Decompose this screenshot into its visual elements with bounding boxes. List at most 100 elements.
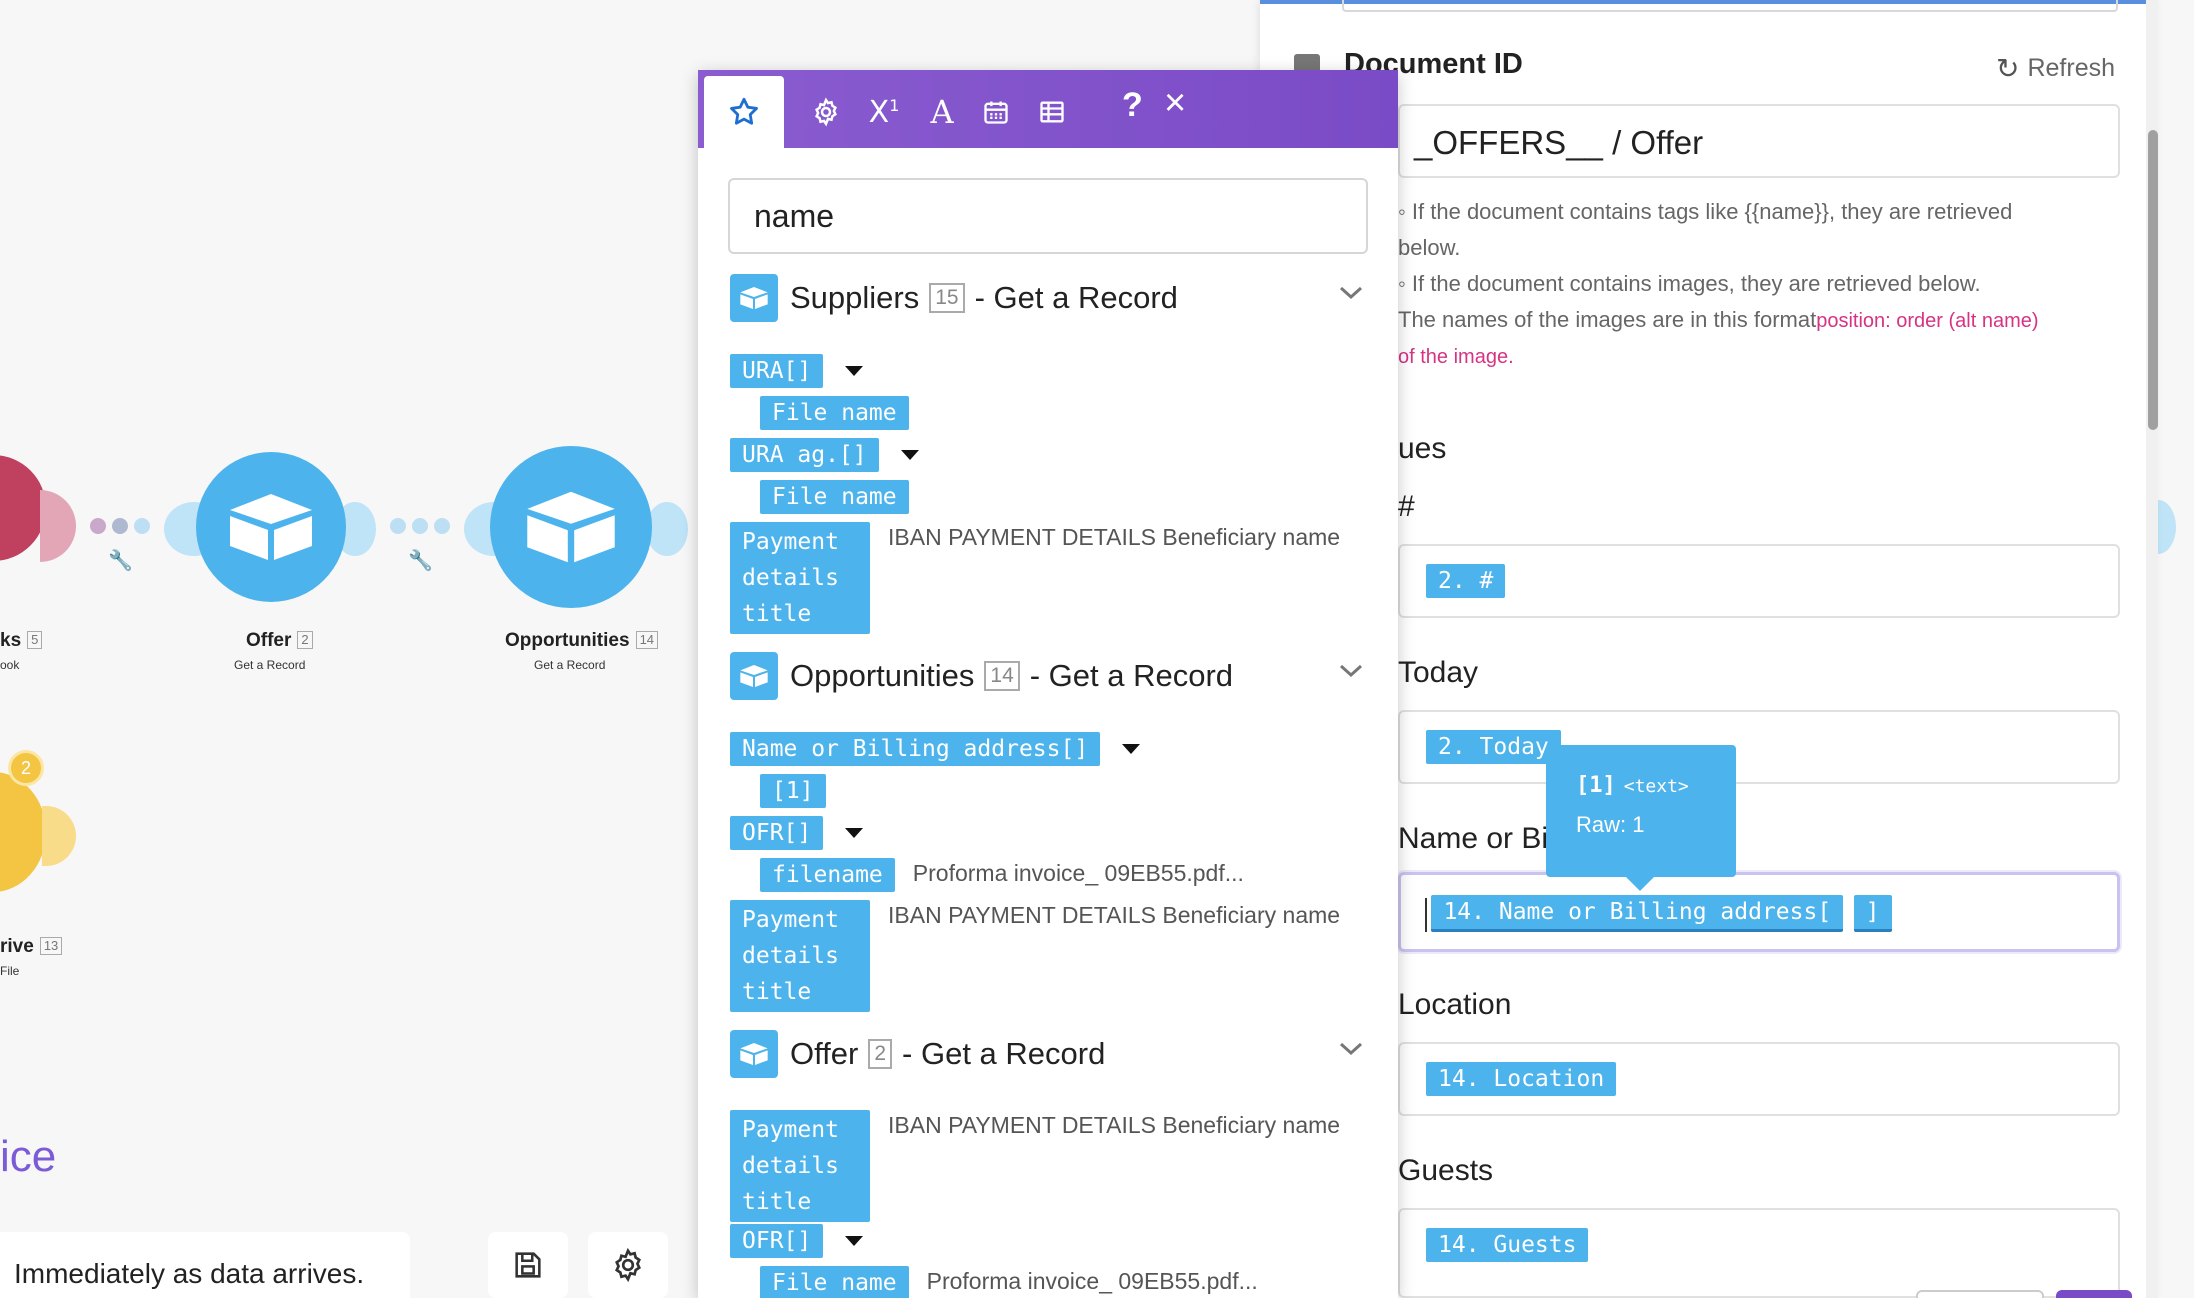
mapped-value-pill[interactable]: 2. #	[1426, 564, 1506, 598]
list-item[interactable]: File name Proforma invoice_ 09EB55.pdf...	[760, 1266, 1258, 1298]
values-heading: ues	[1398, 432, 1447, 465]
module-action: - Get a Record	[1029, 658, 1234, 693]
cancel-button[interactable]	[1916, 1290, 2044, 1298]
connector-dot	[434, 518, 450, 534]
connector-dot	[134, 518, 150, 534]
tooltip-raw: Raw: 1	[1576, 812, 1645, 837]
variable-pill[interactable]: Payment details title	[730, 1110, 870, 1222]
scrollbar-thumb[interactable]	[2148, 130, 2158, 430]
caret-down-icon[interactable]	[845, 366, 864, 376]
opportunities-module-node[interactable]	[490, 446, 652, 608]
variable-pill[interactable]: File name	[760, 480, 909, 514]
variable-pill[interactable]: Payment details title	[730, 900, 870, 1012]
module-action: - Get a Record	[974, 280, 1178, 315]
field-location-input[interactable]: 14. Location	[1398, 1042, 2120, 1116]
list-item[interactable]: [1]	[760, 774, 826, 808]
helper-text: ◦ If the document contains tags like {{n…	[1398, 194, 2118, 375]
connector-dot	[390, 518, 406, 534]
field-number-input[interactable]: 2. #	[1398, 544, 2120, 618]
tab-favorites[interactable]	[704, 76, 784, 148]
search-value: name	[754, 198, 835, 234]
document-id-value: _OFFERS__ / Offer	[1414, 124, 1704, 161]
previous-field[interactable]	[1342, 0, 2118, 12]
text-icon: A	[930, 93, 954, 131]
list-item[interactable]: Payment details title IBAN PAYMENT DETAIL…	[730, 522, 1370, 634]
schedule-card[interactable]: Immediately as data arrives.	[0, 1232, 410, 1298]
list-item[interactable]: URA[]	[730, 354, 864, 388]
refresh-button[interactable]: ↻ Refresh	[1996, 52, 2115, 85]
airtable-icon	[230, 494, 312, 560]
help-button[interactable]: ?	[1122, 86, 1143, 125]
connector-dot	[90, 518, 106, 534]
helper-line: of the image.	[1398, 346, 1514, 368]
field-label-today: Today	[1398, 656, 1479, 689]
airtable-icon	[730, 1030, 778, 1078]
caret-down-icon[interactable]	[1122, 744, 1141, 754]
variable-pill[interactable]: filename	[760, 858, 895, 892]
list-item[interactable]: Name or Billing address[]	[730, 732, 1141, 766]
save-button[interactable]	[488, 1232, 568, 1298]
drive-module-node[interactable]	[0, 772, 46, 892]
field-today-input[interactable]: 2. Today	[1398, 710, 2120, 784]
wrench-icon[interactable]: 🔧	[108, 548, 133, 573]
variable-pill[interactable]: URA ag.[]	[730, 438, 879, 472]
mapped-value-pill-index[interactable]: ]	[1853, 895, 1892, 932]
module-badge: 15	[929, 283, 965, 313]
mapped-value-pill[interactable]: 14. Guests	[1426, 1228, 1589, 1262]
caret-down-icon[interactable]	[900, 450, 919, 460]
module-group-header[interactable]: Suppliers 15 - Get a Record	[730, 274, 1178, 322]
caret-down-icon[interactable]	[845, 828, 864, 838]
variable-pill[interactable]: OFR[]	[730, 1224, 824, 1258]
field-guests-input[interactable]: 14. Guests	[1398, 1208, 2120, 1298]
document-id-field[interactable]: _OFFERS__ / Offer	[1398, 104, 2120, 178]
chevron-down-icon[interactable]	[1338, 663, 1364, 679]
node-label: Offer 2	[246, 630, 313, 652]
connector-dot	[412, 518, 428, 534]
list-item[interactable]: File name	[760, 480, 909, 514]
list-item[interactable]: filename Proforma invoice_ 09EB55.pdf...	[760, 858, 1244, 892]
helper-line: ◦ If the document contains images, they …	[1398, 271, 1981, 296]
caret-down-icon[interactable]	[845, 1236, 864, 1246]
search-input[interactable]: name	[728, 178, 1368, 254]
variable-pill[interactable]: File name	[760, 1266, 909, 1298]
list-item[interactable]: URA ag.[]	[730, 438, 919, 472]
variable-pill[interactable]: File name	[760, 396, 909, 430]
field-label-guests: Guests	[1398, 1154, 1494, 1187]
list-item[interactable]: File name	[760, 396, 909, 430]
node-sublabel: Get a Record	[234, 658, 306, 672]
value-tooltip: [1] <text> Raw: 1	[1546, 745, 1736, 891]
list-item[interactable]: Payment details title IBAN PAYMENT DETAIL…	[730, 1110, 1370, 1222]
mapped-value-pill[interactable]: 14. Name or Billing address[	[1431, 895, 1844, 932]
node-handle	[40, 490, 76, 562]
variable-pill[interactable]: Name or Billing address[]	[730, 732, 1101, 766]
node-label: ks 5	[0, 630, 43, 652]
tab-array-functions[interactable]	[1012, 76, 1092, 148]
text-cursor	[1425, 897, 1427, 932]
calendar-icon	[984, 101, 1008, 124]
module-group-header[interactable]: Offer 2 - Get a Record	[730, 1030, 1105, 1078]
variable-pill[interactable]: URA[]	[730, 354, 824, 388]
chevron-down-icon[interactable]	[1338, 1041, 1364, 1057]
node-label: Opportunities 14	[505, 630, 659, 652]
variable-pill[interactable]: [1]	[760, 774, 826, 808]
module-group-header[interactable]: Opportunities 14 - Get a Record	[730, 652, 1233, 700]
mapped-value-pill[interactable]: 2. Today	[1426, 730, 1561, 764]
filter-badge: 2	[8, 750, 44, 786]
helper-line: ◦ If the document contains tags like {{n…	[1398, 199, 2013, 224]
list-item[interactable]: OFR[]	[730, 1224, 864, 1258]
close-button[interactable]: ×	[1164, 82, 1186, 125]
module-badge: 14	[984, 661, 1020, 691]
list-item[interactable]: OFR[]	[730, 816, 864, 850]
helper-line: below.	[1398, 235, 1461, 260]
schedule-text: Immediately as data arrives.	[14, 1258, 365, 1289]
chevron-down-icon[interactable]	[1338, 285, 1364, 301]
scenario-settings-button[interactable]	[588, 1232, 668, 1298]
offer-module-node[interactable]	[196, 452, 346, 602]
variable-pill[interactable]: Payment details title	[730, 522, 870, 634]
field-name-billing-input[interactable]: 14. Name or Billing address[ ]	[1398, 872, 2120, 952]
ok-button[interactable]	[2056, 1290, 2132, 1298]
list-item[interactable]: Payment details title IBAN PAYMENT DETAIL…	[730, 900, 1370, 1012]
mapped-value-pill[interactable]: 14. Location	[1426, 1062, 1617, 1096]
wrench-icon[interactable]: 🔧	[408, 548, 433, 573]
variable-pill[interactable]: OFR[]	[730, 816, 824, 850]
